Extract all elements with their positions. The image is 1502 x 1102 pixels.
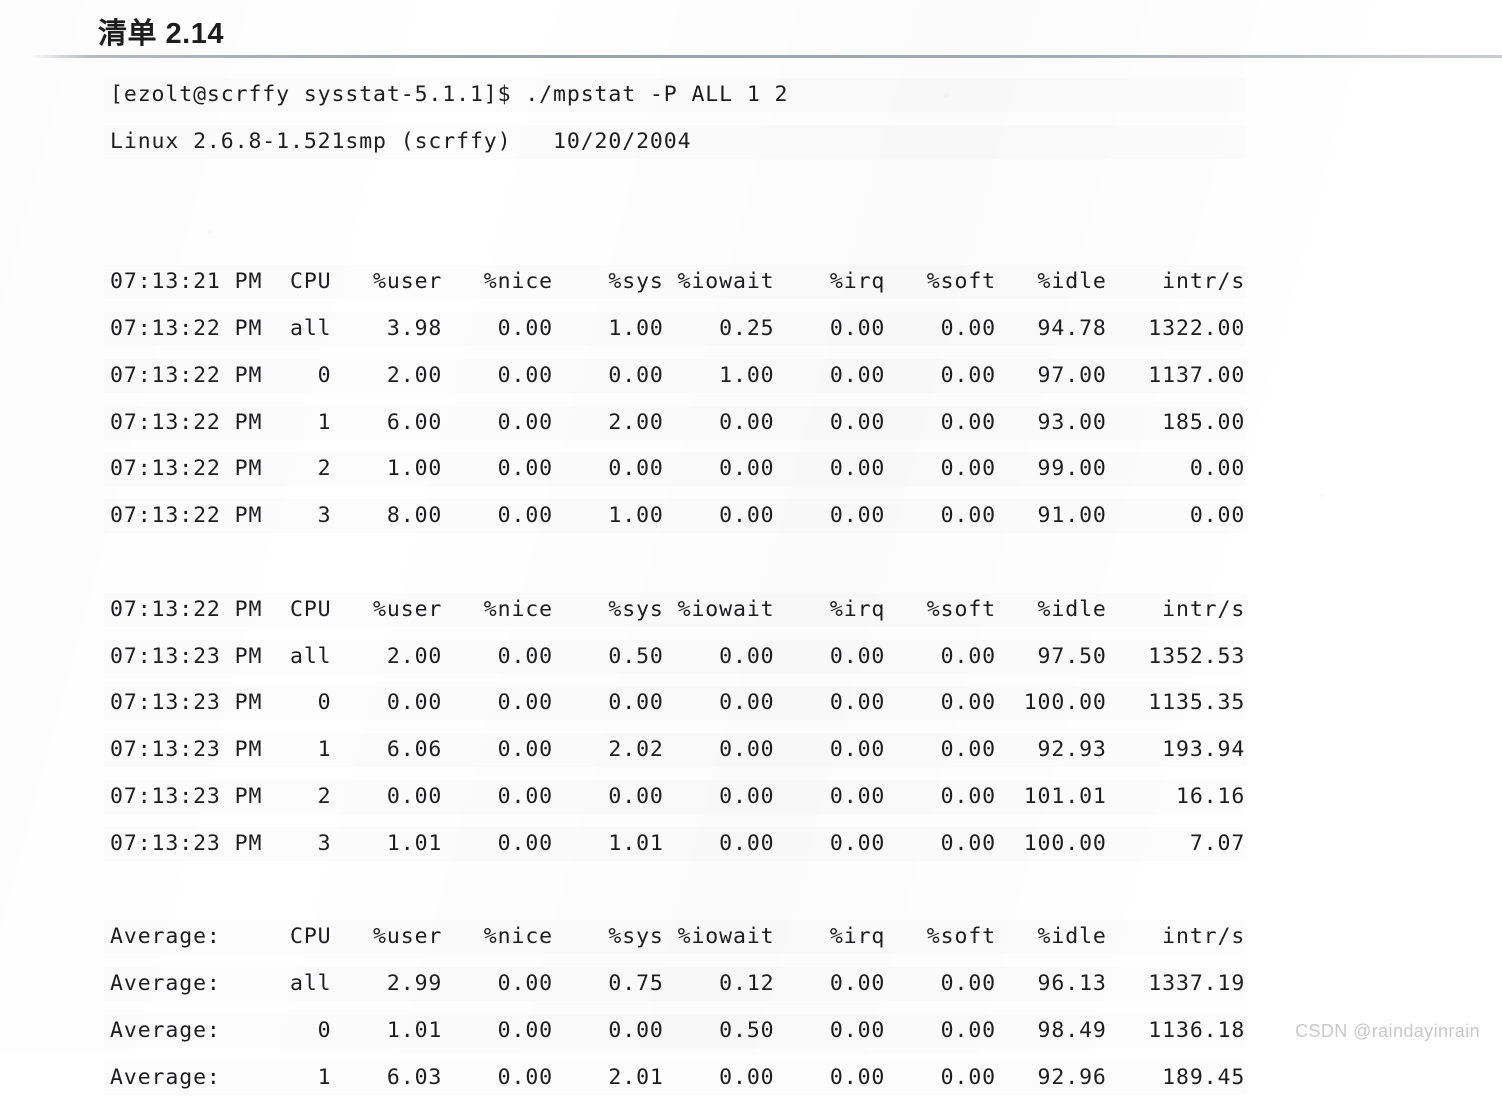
terminal-line: 07:13:23 PM 1 6.06 0.00 2.02 0.00 0.00 0… [110,737,1246,763]
terminal-line: 07:13:22 PM all 3.98 0.00 1.00 0.25 0.00… [110,315,1246,341]
terminal-line: Average: 0 1.01 0.00 0.00 0.50 0.00 0.00… [110,1017,1246,1043]
terminal-line: Linux 2.6.8-1.521smp (scrffy) 10/20/2004 [110,128,692,154]
terminal-line: 07:13:22 PM CPU %user %nice %sys %iowait… [110,596,1246,622]
terminal-line: Average: all 2.99 0.00 0.75 0.12 0.00 0.… [110,971,1246,997]
terminal-output-block: [ezolt@scrffy sysstat-5.1.1]$ ./mpstat -… [110,72,1245,1102]
terminal-line: 07:13:22 PM 0 2.00 0.00 0.00 1.00 0.00 0… [110,362,1246,388]
terminal-line: Average: CPU %user %nice %sys %iowait %i… [110,924,1246,950]
terminal-line: 07:13:22 PM 2 1.00 0.00 0.00 0.00 0.00 0… [110,456,1246,482]
watermark: CSDN @raindayinrain [1295,1021,1480,1041]
title-divider [30,55,1502,58]
terminal-line: 07:13:23 PM all 2.00 0.00 0.50 0.00 0.00… [110,643,1246,669]
terminal-line: 07:13:23 PM 3 1.01 0.00 1.01 0.00 0.00 0… [110,830,1246,856]
terminal-line: 07:13:23 PM 2 0.00 0.00 0.00 0.00 0.00 0… [110,783,1246,809]
terminal-line: 07:13:21 PM CPU %user %nice %sys %iowait… [110,269,1246,295]
terminal-line: [ezolt@scrffy sysstat-5.1.1]$ ./mpstat -… [110,82,789,107]
page-title: 清单 2.14 [98,18,224,50]
terminal-line: 07:13:22 PM 3 8.00 0.00 1.00 0.00 0.00 0… [110,503,1246,529]
terminal-line: 07:13:23 PM 0 0.00 0.00 0.00 0.00 0.00 0… [110,690,1246,716]
terminal-line: Average: 1 6.03 0.00 2.01 0.00 0.00 0.00… [110,1064,1246,1090]
terminal-line: 07:13:22 PM 1 6.00 0.00 2.00 0.00 0.00 0… [110,409,1246,435]
